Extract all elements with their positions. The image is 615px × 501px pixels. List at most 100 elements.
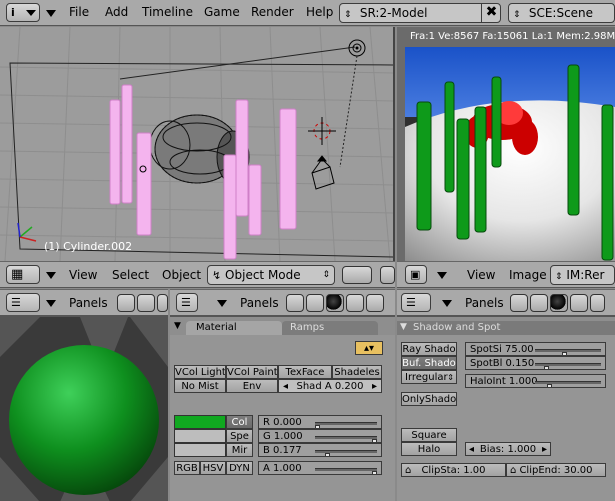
scene-selector[interactable]: ⇕ SCE:Scene	[508, 3, 615, 23]
editor-type-button[interactable]: ▣	[405, 265, 427, 284]
menu-file[interactable]: File	[69, 5, 89, 19]
env-button[interactable]: Env	[226, 379, 278, 393]
menu-view[interactable]: View	[69, 268, 97, 282]
close-icon[interactable]: ✖	[481, 3, 501, 23]
buffer-type-dropdown[interactable]: Irregular ⇕	[401, 370, 457, 384]
script-context-icon[interactable]	[530, 294, 548, 312]
lamp-icon	[339, 39, 366, 168]
menu-render[interactable]: Render	[251, 5, 294, 19]
green-slider[interactable]: G 1.000	[258, 429, 382, 443]
screen-dropdown-icon: ⇕	[344, 10, 352, 20]
shadow-spot-panel: ▼ Shadow and Spot Ray Shado Buf. Shado I…	[397, 316, 615, 501]
panels-menu[interactable]: Panels	[240, 296, 279, 310]
only-shadow-button[interactable]: OnlyShado	[401, 392, 457, 406]
logic-context-icon[interactable]	[510, 294, 528, 312]
object-mode-dropdown[interactable]: ↯ Object Mode ⇕	[207, 265, 335, 285]
mir-swatch[interactable]	[174, 443, 226, 457]
spe-button[interactable]: Spe	[226, 429, 253, 443]
object-context-icon[interactable]	[346, 294, 364, 312]
red-slider[interactable]: R 0.000	[258, 415, 382, 429]
buttons-window-icon: ☰	[406, 296, 416, 309]
render-window[interactable]: Fra:1 Ve:8567 Fa:15061 La:1 Mem:2.98M (	[397, 27, 615, 261]
logic-context-icon[interactable]	[117, 294, 135, 312]
3d-viewport[interactable]: (1) Cylinder.002	[0, 27, 395, 261]
shading-icon[interactable]	[380, 266, 395, 284]
bias-field[interactable]: ◂ Bias: 1.000 ▸	[465, 442, 551, 456]
image-selector[interactable]: ⇕ IM:Rer	[550, 265, 615, 285]
blue-slider[interactable]: B 0.177	[258, 443, 382, 457]
editing-context-icon[interactable]	[590, 294, 605, 312]
screen-selector[interactable]: ⇕ SR:2-Model	[339, 3, 501, 23]
script-context-icon[interactable]	[306, 294, 324, 312]
slider-knob[interactable]	[547, 384, 553, 387]
square-button[interactable]: Square	[401, 428, 457, 442]
script-context-icon[interactable]	[137, 294, 155, 312]
menu-help[interactable]: Help	[306, 5, 333, 19]
menu-game[interactable]: Game	[204, 5, 240, 19]
halo-intensity-slider[interactable]: HaloInt 1.000	[465, 374, 606, 388]
col-button[interactable]: Col	[226, 415, 253, 429]
menu-image[interactable]: Image	[509, 268, 547, 282]
ray-shadow-button[interactable]: Ray Shado	[401, 342, 457, 356]
collapse-triangle-icon[interactable]	[46, 10, 56, 17]
rgb-mode-button[interactable]: RGB	[174, 461, 200, 475]
menu-select[interactable]: Select	[112, 268, 149, 282]
draw-type-icon[interactable]	[342, 266, 372, 284]
panel-collapse-icon[interactable]: ▼	[174, 321, 181, 331]
dyn-button[interactable]: DYN	[226, 461, 253, 475]
clip-end-icon: ⌂	[510, 465, 517, 476]
shading-context-icon[interactable]	[157, 294, 168, 312]
menu-add[interactable]: Add	[105, 5, 128, 19]
slider-knob[interactable]	[544, 366, 550, 369]
vcol-paint-button[interactable]: VCol Paint	[226, 365, 278, 379]
vcol-light-button[interactable]: VCol Light	[174, 365, 226, 379]
panels-menu[interactable]: Panels	[69, 296, 108, 310]
spot-size-slider[interactable]: SpotSi 75.00	[465, 342, 606, 356]
col-swatch[interactable]	[174, 415, 226, 429]
collapse-triangle-icon[interactable]	[437, 272, 447, 279]
tab-ramps[interactable]: Ramps	[282, 321, 378, 335]
3d-viewport-header: ▦ View Select Object ↯ Object Mode ⇕	[0, 261, 395, 288]
spot-blend-slider[interactable]: SpotBl 0.150	[465, 356, 606, 370]
collapse-triangle-icon[interactable]	[46, 272, 56, 279]
spe-swatch[interactable]	[174, 429, 226, 443]
editor-type-button[interactable]: ☰	[401, 293, 431, 312]
menu-object[interactable]: Object	[162, 268, 201, 282]
axis-gizmo-icon	[17, 222, 37, 242]
arrow-up-down-button[interactable]: ▴▾	[355, 341, 383, 355]
slider-knob[interactable]	[372, 471, 377, 474]
collapse-triangle-icon[interactable]	[442, 300, 452, 307]
material-panel: ▼ Material Ramps ▴▾ VCol Light VCol Pain…	[170, 316, 395, 501]
shading-sphere-icon[interactable]	[550, 294, 568, 312]
shading-sphere-icon[interactable]	[326, 294, 344, 312]
object-context-icon[interactable]	[570, 294, 588, 312]
texface-button[interactable]: TexFace	[278, 365, 332, 379]
editing-context-icon[interactable]	[366, 294, 384, 312]
menu-timeline[interactable]: Timeline	[142, 5, 193, 19]
collapse-triangle-icon[interactable]	[217, 300, 227, 307]
collapse-triangle-icon[interactable]	[46, 300, 56, 307]
slider-knob[interactable]	[325, 453, 331, 456]
alpha-value: A 1.000	[263, 463, 302, 474]
shadow-alpha-field[interactable]: ◂ Shad A 0.200 ▸	[278, 379, 382, 393]
no-mist-button[interactable]: No Mist	[174, 379, 226, 393]
logic-context-icon[interactable]	[286, 294, 304, 312]
tab-material[interactable]: Material	[186, 321, 282, 335]
editor-type-button[interactable]: ☰	[176, 293, 198, 312]
editor-type-button[interactable]: ☰	[6, 293, 40, 312]
mir-button[interactable]: Mir	[226, 443, 253, 457]
info-menu-button[interactable]: i	[6, 3, 40, 22]
panels-menu[interactable]: Panels	[465, 296, 504, 310]
cylinder-wire	[136, 132, 152, 236]
panel-collapse-icon[interactable]: ▼	[400, 322, 407, 332]
editor-type-button[interactable]: ▦	[6, 265, 40, 284]
menu-view[interactable]: View	[467, 268, 495, 282]
buffer-shadow-button[interactable]: Buf. Shado	[401, 356, 457, 370]
render-header: ▣ View Image ⇕ IM:Rer	[397, 261, 615, 288]
alpha-slider[interactable]: A 1.000	[258, 461, 382, 475]
halo-button[interactable]: Halo	[401, 442, 457, 456]
shadeless-button[interactable]: Shadeles	[332, 365, 382, 379]
hsv-mode-button[interactable]: HSV	[200, 461, 226, 475]
clip-start-field[interactable]: ⌂ ClipSta: 1.00	[401, 463, 506, 477]
clip-end-field[interactable]: ⌂ ClipEnd: 30.00	[506, 463, 606, 477]
